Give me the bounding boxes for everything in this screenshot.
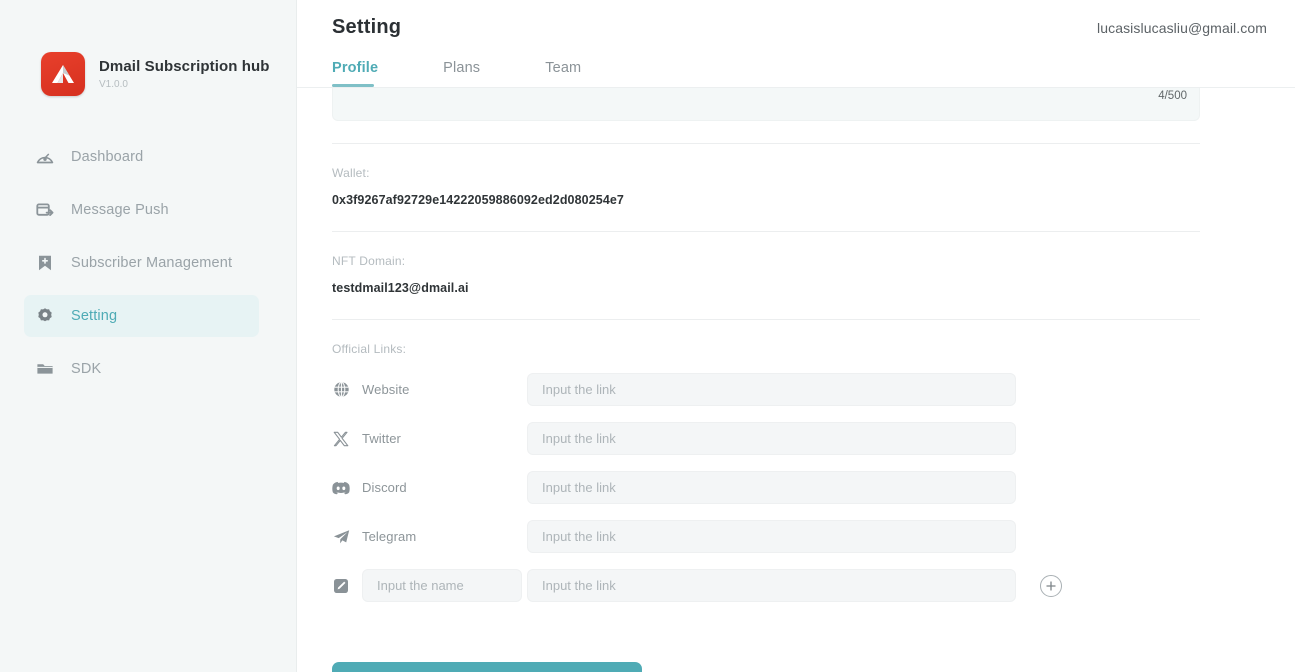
sidebar-nav: Dashboard Message Push Subscriber Manage… [0,136,296,390]
wallet-value: 0x3f9267af92729e14222059886092ed2d080254… [332,193,624,207]
custom-link-input[interactable] [527,569,1016,602]
tab-team[interactable]: Team [545,60,581,87]
nft-domain-field: NFT Domain: testdmail123@dmail.ai [332,232,1200,319]
tab-plans[interactable]: Plans [443,60,480,87]
sidebar-item-label: Message Push [71,202,169,218]
discord-link-input[interactable] [527,471,1016,504]
sidebar-item-message-push[interactable]: Message Push [24,189,259,231]
link-row-telegram: Telegram [332,512,1295,561]
bookmark-plus-icon [35,254,54,273]
nft-domain-value: testdmail123@dmail.ai [332,281,469,295]
account-email[interactable]: lucasislucasliu@gmail.com [1097,20,1267,36]
brand-name: Dmail Subscription hub [99,57,270,75]
sidebar-item-label: Subscriber Management [71,255,233,271]
sidebar: Dmail Subscription hub V1.0.0 Dashboard [0,0,297,672]
website-link-input[interactable] [527,373,1016,406]
folder-icon [35,360,54,379]
speedometer-icon [35,148,54,167]
link-row-custom [332,561,1295,610]
wallet-label: Wallet: [332,166,370,180]
telegram-icon [332,528,350,546]
message-push-icon [35,201,54,220]
telegram-link-input[interactable] [527,520,1016,553]
brand-version: V1.0.0 [99,78,128,90]
main-panel: Setting lucasislucasliu@gmail.com Profil… [297,0,1295,672]
topbar: Setting lucasislucasliu@gmail.com Profil… [297,0,1295,88]
discord-icon [332,479,350,497]
sidebar-item-subscriber-management[interactable]: Subscriber Management [24,242,259,284]
custom-name-slot [362,569,527,602]
link-name-label: Twitter [362,431,401,446]
x-twitter-icon [332,430,350,448]
custom-name-input[interactable] [362,569,522,602]
sidebar-item-setting[interactable]: Setting [24,295,259,337]
save-area: Save [332,610,1295,672]
tab-profile[interactable]: Profile [332,60,378,87]
dmail-logo-icon [41,52,85,96]
save-button[interactable]: Save [332,662,642,672]
sidebar-item-label: Dashboard [71,149,144,165]
link-name-label: Telegram [362,529,417,544]
page-title: Setting [332,16,402,38]
link-row-twitter: Twitter [332,414,1295,463]
gear-icon [35,307,54,326]
nft-domain-label: NFT Domain: [332,254,406,268]
link-row-website: Website [332,365,1295,414]
wallet-field: Wallet: 0x3f9267af92729e14222059886092ed… [332,144,1200,231]
brand: Dmail Subscription hub V1.0.0 [0,0,296,96]
globe-icon [332,381,350,399]
link-row-discord: Discord [332,463,1295,512]
link-name-label: Discord [362,480,407,495]
sidebar-item-sdk[interactable]: SDK [24,348,259,390]
bio-textarea[interactable]: 4/500 [332,88,1200,121]
app-root: Dmail Subscription hub V1.0.0 Dashboard [0,0,1295,672]
link-name-label: Website [362,382,410,397]
profile-form: 4/500 Wallet: 0x3f9267af92729e1422205988… [297,88,1295,672]
sidebar-item-label: SDK [71,361,102,377]
sidebar-item-label: Setting [71,308,118,324]
sidebar-item-dashboard[interactable]: Dashboard [24,136,259,178]
bio-char-counter: 4/500 [1158,90,1187,102]
plus-circle-icon[interactable] [1040,574,1062,597]
twitter-link-input[interactable] [527,422,1016,455]
pencil-square-icon [332,577,350,595]
brand-text: Dmail Subscription hub V1.0.0 [99,58,270,91]
official-links-label: Official Links: [332,342,407,356]
settings-tabs: Profile Plans Team [332,60,581,87]
